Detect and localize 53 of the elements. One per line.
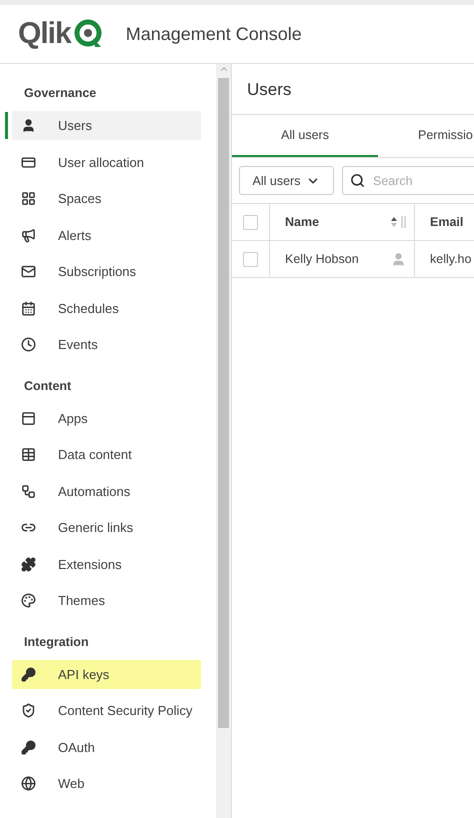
app-title: Management Console (126, 24, 302, 44)
page-title: Users (232, 64, 474, 115)
puzzle-icon (21, 556, 36, 572)
user-icon (21, 118, 36, 133)
user-icon (391, 252, 406, 266)
sidebar-item[interactable]: Spaces (12, 184, 201, 213)
card-icon (21, 154, 36, 170)
calendar-icon (21, 300, 36, 316)
sidebar-item[interactable]: Schedules (12, 294, 201, 322)
column-header[interactable]: Name (285, 215, 320, 229)
sidebar-item[interactable]: Generic links (12, 513, 201, 542)
key-icon (21, 740, 36, 754)
logo-icon (74, 19, 104, 49)
tab[interactable]: Permissio (378, 115, 474, 157)
sidebar-item[interactable]: Events (12, 330, 201, 359)
sidebar-item[interactable]: Web (12, 769, 201, 798)
sidebar-item[interactable]: Apps (12, 404, 201, 432)
sidebar-item[interactable]: Themes (12, 586, 201, 615)
sidebar-item[interactable]: Content Security Policy (12, 696, 201, 725)
section-title: Integration (23, 634, 90, 651)
table-cell: kelly.ho (430, 252, 472, 266)
sidebar-item[interactable]: Alerts (12, 220, 201, 250)
search-field[interactable]: Search (342, 166, 474, 195)
sidebar-item[interactable]: Subscriptions (12, 257, 201, 286)
window-icon (21, 410, 36, 426)
sidebar-item[interactable]: OAuth (12, 732, 201, 762)
filter-dropdown[interactable]: All users (239, 166, 334, 195)
tab[interactable]: All users (232, 115, 378, 157)
megaphone-icon (21, 228, 36, 242)
envelope-icon (21, 264, 36, 279)
sidebar-item[interactable]: Data content (12, 440, 201, 469)
sidebar-item[interactable]: User allocation (12, 148, 201, 176)
section-title: Governance (23, 85, 98, 102)
logo-text: Qlik (18, 17, 71, 51)
clock-icon (21, 337, 36, 352)
section-title: Content (23, 378, 72, 394)
sidebar-item[interactable]: Automations (12, 476, 201, 506)
select-all-checkbox[interactable] (243, 214, 258, 230)
key-icon (21, 666, 36, 682)
column-header[interactable]: Email (430, 215, 464, 229)
table-icon (21, 447, 36, 462)
grid-icon (21, 191, 36, 206)
globe-icon (21, 776, 36, 791)
sidebar-item[interactable]: Extensions (12, 550, 201, 578)
flow-icon (21, 484, 36, 498)
table-cell: Kelly Hobson (285, 252, 359, 266)
search-icon (350, 173, 365, 188)
palette-icon (21, 593, 36, 608)
scrollbar-thumb[interactable] (218, 78, 229, 728)
sort-icon[interactable] (390, 215, 406, 229)
sidebar-item[interactable]: API keys (12, 660, 201, 688)
shield-icon (21, 703, 36, 718)
row-checkbox[interactable] (243, 252, 258, 266)
